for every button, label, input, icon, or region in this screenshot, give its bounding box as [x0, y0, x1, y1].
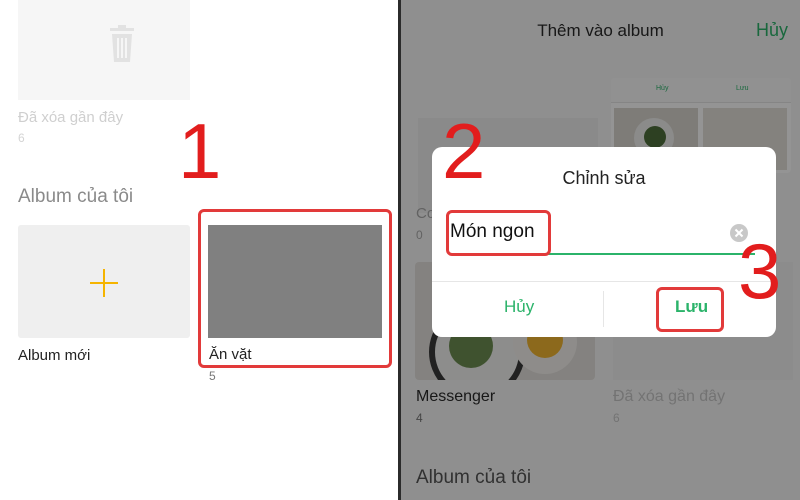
snack-album-count: 5 — [209, 369, 216, 383]
step-number-2: 2 — [442, 107, 486, 195]
trash-icon — [110, 25, 134, 62]
deleted-album-tile[interactable] — [18, 0, 190, 100]
step-number-3: 3 — [738, 227, 782, 315]
section-title-my-albums: Album của tôi — [18, 186, 134, 207]
new-album-label: Album mới — [18, 347, 91, 364]
highlight-box-input — [446, 210, 551, 256]
dialog-cancel-button[interactable]: Hủy — [504, 297, 534, 317]
highlight-box-album — [198, 209, 392, 368]
step-number-1: 1 — [178, 107, 222, 195]
dialog-divider — [432, 281, 776, 282]
plus-icon — [90, 269, 118, 297]
deleted-album-count: 6 — [18, 131, 25, 145]
new-album-tile[interactable] — [18, 225, 190, 338]
dialog-button-divider — [603, 291, 604, 327]
deleted-album-label: Đã xóa gần đây — [18, 109, 124, 126]
right-panel: Thêm vào album Hủy Hủy Lưu Co 0 Messenge… — [401, 0, 800, 500]
left-panel: Đã xóa gần đây 6 Album của tôi Album mới… — [0, 0, 398, 500]
highlight-box-save — [656, 287, 724, 332]
